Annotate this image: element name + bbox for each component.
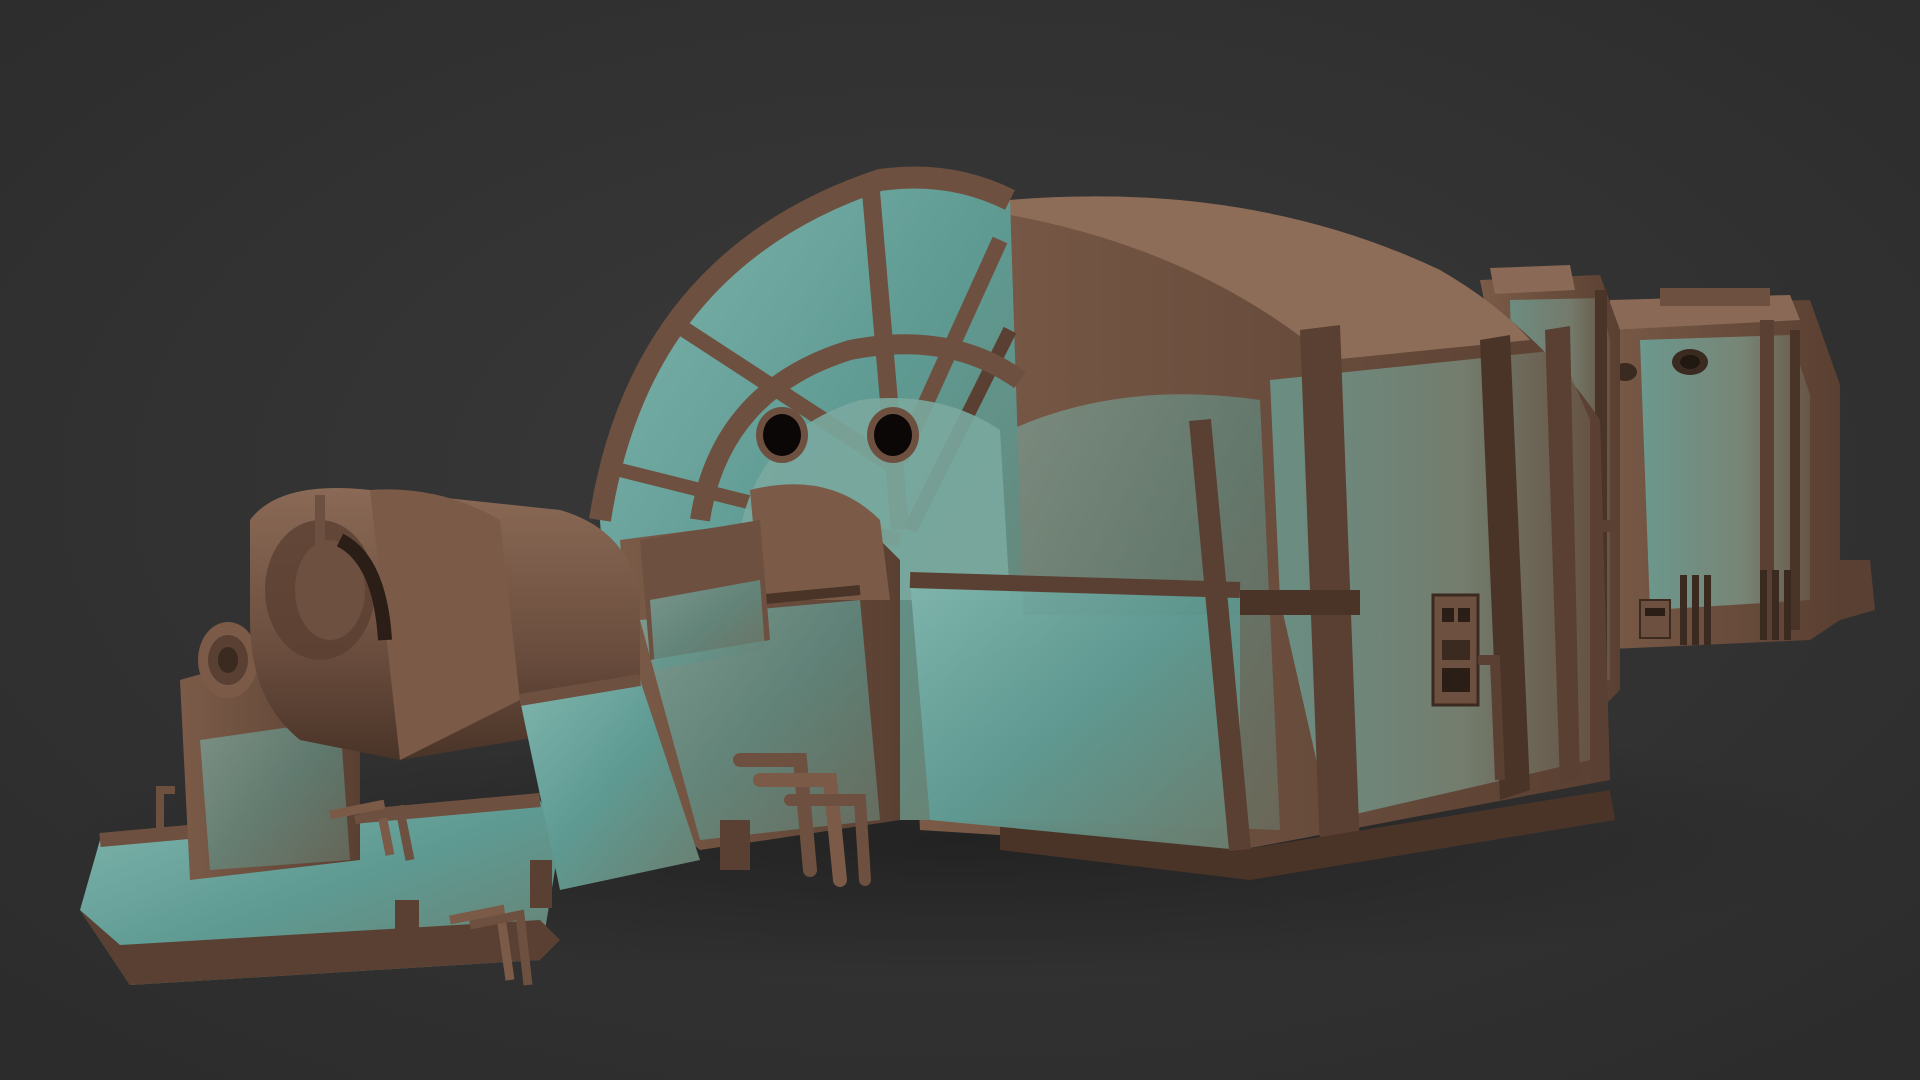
render-canvas (0, 0, 1920, 1080)
gauge-panel-icon (1431, 593, 1480, 707)
gauge-panel-icon (1639, 599, 1671, 639)
